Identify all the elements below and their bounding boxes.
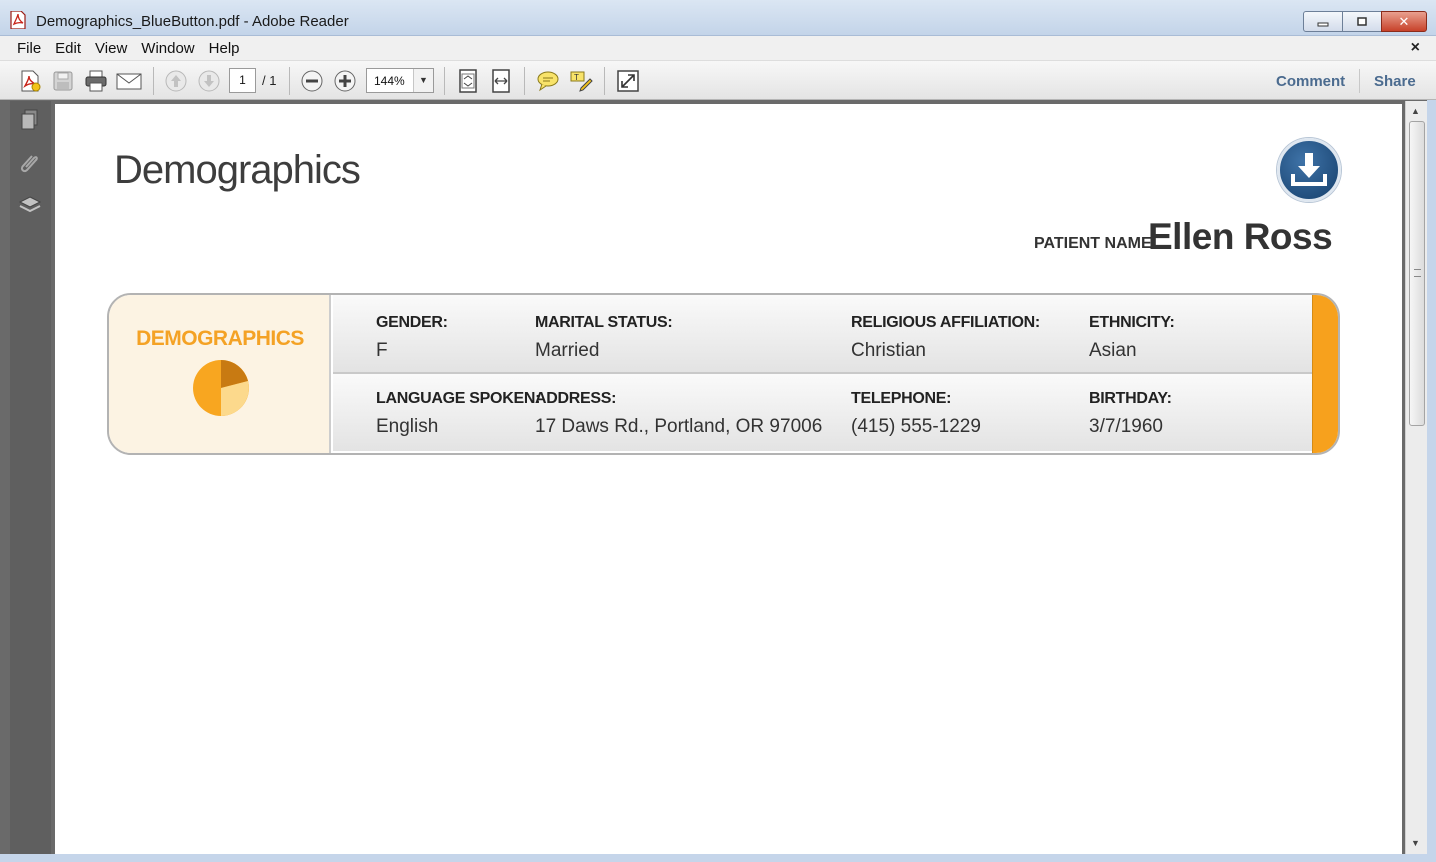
restore-icon	[1357, 16, 1367, 26]
attachments-icon[interactable]	[17, 149, 43, 175]
ethnicity-value: Asian	[1089, 340, 1137, 361]
menu-file[interactable]: File	[10, 40, 48, 57]
section-label: DEMOGRAPHICS	[136, 327, 304, 350]
download-icon	[1291, 153, 1327, 186]
restore-button[interactable]	[1342, 11, 1382, 32]
toolbar: 1 / 1 144% ▼ T Comment Share	[0, 60, 1436, 100]
marital-status-value: Married	[535, 340, 600, 361]
email-button[interactable]	[116, 68, 142, 94]
close-window-button[interactable]: ✕	[1381, 11, 1427, 32]
pie-chart-icon	[193, 360, 249, 416]
birthday-value: 3/7/1960	[1089, 416, 1163, 437]
title-bar: Demographics_BlueButton.pdf - Adobe Read…	[0, 0, 1436, 36]
telephone-value: (415) 555-1229	[851, 416, 981, 437]
menu-bar: File Edit View Window Help ×	[0, 36, 1436, 60]
chevron-down-icon[interactable]: ▼	[413, 69, 433, 92]
gender-label: GENDER:	[376, 314, 448, 331]
page-number-input[interactable]: 1	[229, 68, 256, 93]
zoom-value: 144%	[374, 74, 405, 88]
svg-text:T: T	[574, 73, 579, 82]
address-label: ADDRESS:	[535, 390, 617, 407]
fit-page-button[interactable]	[455, 68, 481, 94]
gender-value: F	[376, 340, 388, 361]
menu-window[interactable]: Window	[134, 40, 201, 57]
menu-edit[interactable]: Edit	[48, 40, 88, 57]
accent-bar	[1312, 295, 1338, 453]
previous-page-button[interactable]	[163, 68, 189, 94]
save-button[interactable]	[50, 68, 76, 94]
demographics-row-1: GENDER: F MARITAL STATUS: Married RELIGI…	[333, 295, 1312, 372]
religious-affiliation-label: RELIGIOUS AFFILIATION:	[851, 314, 1040, 331]
religious-affiliation-value: Christian	[851, 340, 926, 361]
pdf-file-icon	[10, 11, 26, 29]
download-badge	[1277, 138, 1341, 202]
fit-page-icon	[459, 69, 477, 93]
gender-field: GENDER: F	[376, 314, 448, 362]
zoom-select[interactable]: 144% ▼	[366, 68, 434, 93]
navigation-panel	[10, 101, 51, 854]
minimize-icon	[1317, 22, 1329, 26]
zoom-in-button[interactable]	[332, 68, 358, 94]
pdf-page: Demographics PATIENT NAME: Ellen Ross DE…	[55, 104, 1402, 854]
sticky-note-icon	[537, 71, 559, 92]
fit-width-icon	[492, 69, 510, 93]
patient-name-label: PATIENT NAME:	[1034, 235, 1157, 252]
vertical-scrollbar[interactable]: ▲ ▼	[1405, 101, 1427, 854]
close-icon: ✕	[1398, 13, 1410, 29]
telephone-field: TELEPHONE: (415) 555-1229	[851, 390, 981, 438]
language-label: LANGUAGE SPOKEN:	[376, 390, 541, 407]
zoom-out-icon	[301, 70, 323, 92]
telephone-label: TELEPHONE:	[851, 390, 952, 407]
menu-view[interactable]: View	[88, 40, 134, 57]
sticky-note-button[interactable]	[535, 68, 561, 94]
scroll-up-icon[interactable]: ▲	[1411, 106, 1420, 116]
marital-status-label: MARITAL STATUS:	[535, 314, 673, 331]
next-page-button[interactable]	[196, 68, 222, 94]
create-pdf-button[interactable]	[17, 68, 43, 94]
fit-width-button[interactable]	[488, 68, 514, 94]
section-header: DEMOGRAPHICS	[109, 295, 331, 453]
birthday-field: BIRTHDAY: 3/7/1960	[1089, 390, 1172, 438]
scrollbar-thumb[interactable]	[1409, 121, 1425, 426]
page-title: Demographics	[114, 148, 361, 192]
highlight-icon: T	[570, 71, 593, 92]
scroll-down-icon[interactable]: ▼	[1411, 838, 1420, 848]
religious-affiliation-field: RELIGIOUS AFFILIATION: Christian	[851, 314, 1040, 362]
demographics-card: DEMOGRAPHICS GENDER: F MARITAL STATUS: M…	[107, 293, 1340, 455]
ethnicity-label: ETHNICITY:	[1089, 314, 1175, 331]
page-total: / 1	[262, 73, 277, 88]
full-screen-button[interactable]	[615, 68, 641, 94]
email-icon	[116, 73, 142, 90]
print-button[interactable]	[83, 68, 109, 94]
comment-link[interactable]: Comment	[1276, 73, 1345, 90]
save-icon	[53, 71, 73, 91]
window-title: Demographics_BlueButton.pdf - Adobe Read…	[36, 13, 349, 30]
address-field: ADDRESS: 17 Daws Rd., Portland, OR 97006	[535, 390, 822, 438]
demographics-row-2: LANGUAGE SPOKEN: English ADDRESS: 17 Daw…	[333, 374, 1312, 451]
patient-name: Ellen Ross	[1148, 216, 1333, 257]
marital-status-field: MARITAL STATUS: Married	[535, 314, 673, 362]
create-pdf-icon	[21, 70, 41, 92]
zoom-out-button[interactable]	[299, 68, 325, 94]
share-link[interactable]: Share	[1374, 73, 1416, 90]
previous-page-icon	[165, 70, 187, 92]
layers-icon[interactable]	[17, 192, 43, 218]
pages-icon[interactable]	[17, 107, 43, 133]
print-icon	[85, 70, 107, 92]
full-screen-icon	[617, 70, 639, 92]
close-document-button[interactable]: ×	[1411, 39, 1420, 57]
next-page-icon	[198, 70, 220, 92]
address-value: 17 Daws Rd., Portland, OR 97006	[535, 416, 823, 437]
birthday-label: BIRTHDAY:	[1089, 390, 1172, 407]
language-field: LANGUAGE SPOKEN: English	[376, 390, 540, 438]
minimize-button[interactable]	[1303, 11, 1343, 32]
zoom-in-icon	[334, 70, 356, 92]
language-value: English	[376, 416, 439, 437]
ethnicity-field: ETHNICITY: Asian	[1089, 314, 1175, 362]
highlight-button[interactable]: T	[568, 68, 594, 94]
menu-help[interactable]: Help	[202, 40, 247, 57]
